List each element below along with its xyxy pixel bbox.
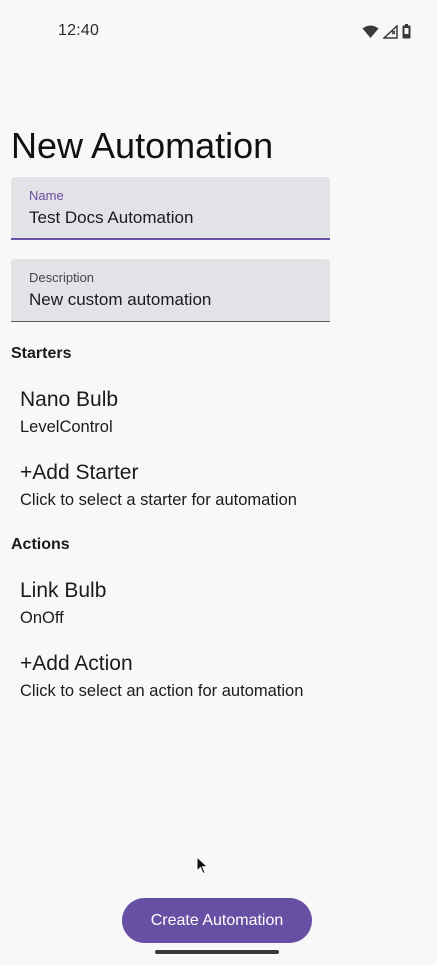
status-bar: 12:40 (0, 0, 437, 62)
add-starter-button[interactable]: +Add Starter Click to select a starter f… (20, 460, 420, 511)
add-action-title: +Add Action (20, 652, 133, 675)
battery-icon (402, 24, 411, 44)
add-action-subtitle: Click to select an action for automation (20, 682, 304, 700)
name-field-value[interactable]: Test Docs Automation (29, 208, 193, 228)
action-item-link-bulb[interactable]: Link Bulb OnOff (20, 578, 420, 629)
mouse-cursor-icon (196, 855, 209, 880)
name-field[interactable]: Name Test Docs Automation (11, 177, 330, 240)
create-automation-button[interactable]: Create Automation (122, 898, 312, 943)
page-title: New Automation (11, 125, 274, 166)
gesture-nav-handle[interactable] (155, 950, 279, 954)
description-field-label: Description (29, 270, 95, 285)
starter-item-subtitle: LevelControl (20, 418, 113, 436)
wifi-icon (362, 25, 379, 44)
action-item-subtitle: OnOff (20, 609, 64, 627)
description-field[interactable]: Description New custom automation (11, 259, 330, 322)
add-action-button[interactable]: +Add Action Click to select an action fo… (20, 651, 420, 702)
add-starter-subtitle: Click to select a starter for automation (20, 491, 297, 509)
starter-item-title: Nano Bulb (20, 388, 119, 411)
starter-item-nano-bulb[interactable]: Nano Bulb LevelControl (20, 387, 420, 438)
cell-signal-icon (382, 23, 398, 44)
status-time: 12:40 (58, 22, 100, 39)
status-icons (362, 23, 411, 44)
name-field-label: Name (29, 188, 64, 203)
add-starter-title: +Add Starter (20, 461, 139, 484)
actions-heading: Actions (11, 536, 70, 553)
starters-heading: Starters (11, 345, 72, 362)
description-field-value[interactable]: New custom automation (29, 290, 211, 310)
action-item-title: Link Bulb (20, 579, 107, 602)
